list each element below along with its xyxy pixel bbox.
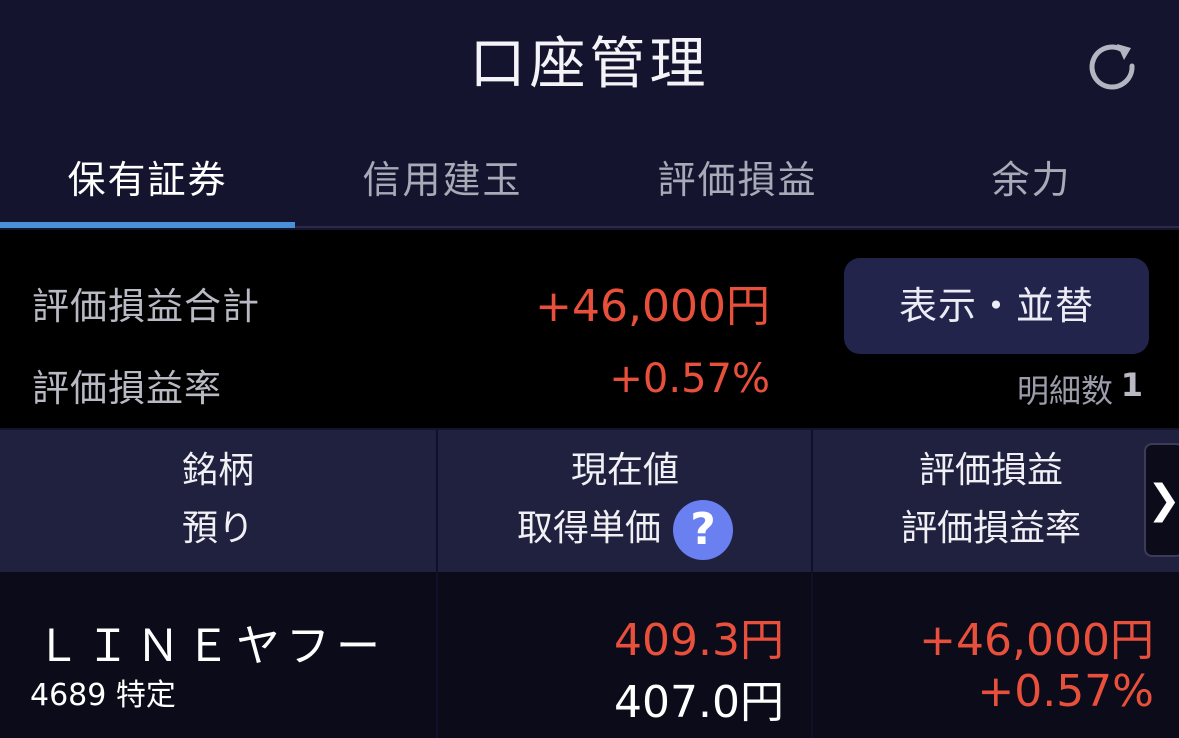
column-stock-name: 銘柄 [181,450,254,491]
column-current-price: 現在値 [570,450,679,491]
gain-rate-label: 評価損益率 [32,367,222,410]
tab-bar: 保有証券 信用建玉 評価損益 余力 [0,140,1179,228]
gain-rate-value: +0.57% [609,356,770,402]
stock-code: 4689 特定 [30,678,176,713]
column-gain-amount: 評価損益 [918,450,1063,491]
tab-buying-power[interactable]: 余力 [884,140,1179,226]
table-row[interactable]: ＬＩＮＥヤフー 4689 特定 409.3円 407.0円 +46,000円 +… [0,572,1179,738]
acquisition-price: 407.0円 [614,677,784,728]
column-gain[interactable]: 評価損益 評価損益率 [813,430,1179,572]
tab-margin-positions[interactable]: 信用建玉 [295,140,590,226]
refresh-icon[interactable] [1084,38,1142,96]
gain-rate: +0.57% [977,666,1154,717]
column-header: 銘柄 預り 現在値 取得単価? 評価損益 評価損益率 [0,430,1179,572]
total-gain-label: 評価損益合計 [32,285,260,328]
gain-amount: +46,000円 [919,615,1154,666]
display-sort-button[interactable]: 表示・並替 [844,258,1149,354]
column-stock[interactable]: 銘柄 預り [0,430,436,572]
active-tab-indicator [0,222,295,228]
tab-profit-loss[interactable]: 評価損益 [590,140,885,226]
current-price: 409.3円 [614,615,784,666]
chevron-right-icon[interactable]: ❯ [1144,443,1179,557]
row-divider [811,572,813,738]
total-gain-value: +46,000円 [535,281,770,332]
column-price[interactable]: 現在値 取得単価? [438,430,812,572]
column-gain-rate: 評価損益率 [900,508,1081,549]
column-acquisition-price: 取得単価? [438,500,812,560]
column-acquisition-price-label: 取得単価 [516,508,661,549]
item-count-value: 1 [1120,366,1143,404]
column-custody: 預り [181,508,254,549]
help-icon[interactable]: ? [673,500,733,560]
page-title: 口座管理 [469,32,710,97]
item-count-label: 明細数 [1016,372,1113,410]
stock-name: ＬＩＮＥヤフー [36,621,386,672]
tab-holdings[interactable]: 保有証券 [0,140,295,226]
row-divider [436,572,438,738]
app-header: 口座管理 [0,0,1179,140]
summary-panel: 評価損益合計 +46,000円 評価損益率 +0.57% 表示・並替 明細数 1 [0,230,1179,428]
